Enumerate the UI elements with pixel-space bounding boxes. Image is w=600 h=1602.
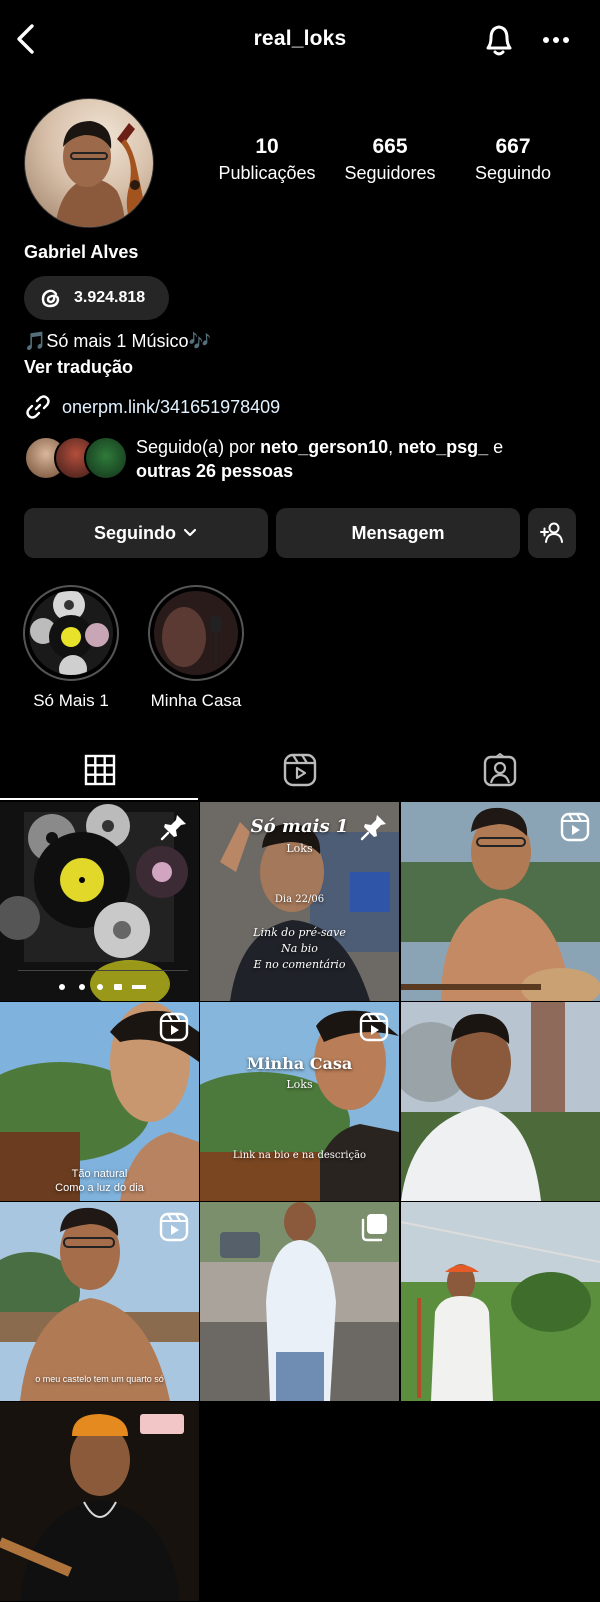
post-thumbnail[interactable]	[0, 802, 199, 1001]
tagged-person-icon	[483, 753, 517, 787]
stat-value: 665	[372, 135, 408, 158]
profile-bio: 🎵Só mais 1 Músico🎶	[24, 331, 211, 351]
profile-tabs	[0, 740, 600, 800]
stat-label: Seguindo	[474, 163, 552, 183]
stat-value: 667	[495, 135, 531, 158]
message-button[interactable]: Mensagem	[276, 508, 520, 558]
highlight-label: Só Mais 1	[33, 691, 109, 710]
mutual-follower[interactable]: neto_psg_	[398, 437, 488, 457]
post-thumbnail[interactable]	[200, 1202, 399, 1401]
add-person-icon	[540, 522, 563, 543]
post-thumbnail[interactable]: Tão natural Como a luz do dia	[0, 1002, 199, 1201]
post-image	[0, 1402, 199, 1601]
stat-value: 10	[255, 135, 279, 158]
more-options-icon[interactable]	[538, 26, 574, 54]
highlight-label: Minha Casa	[150, 691, 242, 710]
pin-icon	[360, 815, 386, 841]
tab-tagged[interactable]	[400, 740, 600, 800]
post-overlay-text: Link do pré-save	[253, 926, 346, 939]
post-image	[401, 1002, 600, 1201]
followed-by[interactable]: Seguido(a) por neto_gerson10, neto_psg_ …	[24, 432, 584, 484]
following-label: Seguindo	[94, 522, 176, 543]
threads-badge[interactable]: 3.924.818	[24, 276, 169, 320]
post-thumbnail[interactable]	[401, 1202, 600, 1401]
carousel-icon	[361, 1214, 387, 1242]
post-overlay-title: Minha Casa	[246, 1054, 353, 1073]
highlight-ring	[23, 585, 119, 681]
threads-count: 3.924.818	[74, 289, 146, 306]
post-overlay-text: o meu castelo tem um quarto só	[35, 1374, 164, 1384]
following-count[interactable]: 667 Seguindo	[453, 135, 573, 184]
reels-icon	[159, 1212, 189, 1242]
chevron-down-icon	[183, 528, 197, 537]
profile-link-url: onerpm.link/341651978409	[62, 396, 281, 417]
tab-posts-grid[interactable]	[0, 740, 200, 800]
link-icon	[26, 395, 50, 419]
suggest-people-button[interactable]	[528, 508, 576, 558]
highlight-cover	[29, 591, 113, 675]
stat-label: Seguidores	[344, 163, 436, 183]
separator: ,	[388, 437, 399, 457]
post-overlay-text: Na bio	[281, 942, 318, 955]
following-button[interactable]: Seguindo	[24, 508, 268, 558]
profile-avatar[interactable]	[24, 98, 154, 228]
post-overlay-subtitle: Loks	[286, 842, 313, 855]
bell-icon[interactable]	[480, 20, 518, 60]
post-overlay-date: Dia 22/06	[274, 894, 325, 905]
post-overlay-subtitle: Loks	[286, 1078, 313, 1091]
avatar-photo	[55, 121, 149, 227]
post-overlay-text: Tão natural	[71, 1168, 128, 1180]
reels-icon	[159, 1012, 189, 1042]
posts-count[interactable]: 10 Publicações	[207, 135, 327, 184]
pin-icon	[160, 815, 186, 841]
post-thumbnail[interactable]	[401, 802, 600, 1001]
highlight-so-mais-1[interactable]: Só Mais 1	[21, 585, 121, 711]
profile-name: Gabriel Alves	[24, 242, 139, 262]
post-overlay-text: E no comentário	[253, 958, 346, 971]
others-count: outras 26 pessoas	[136, 461, 294, 481]
tab-reels[interactable]	[200, 740, 400, 800]
post-overlay-text: Link na bio e na descrição	[232, 1150, 367, 1161]
post-thumbnail[interactable]: Minha Casa Loks Link na bio e na descriç…	[200, 1002, 399, 1201]
stat-label: Publicações	[218, 163, 316, 183]
highlight-ring	[148, 585, 244, 681]
followed-by-prefix: Seguido(a) por	[136, 437, 261, 457]
top-bar: real_loks	[0, 0, 600, 80]
follower-avatar	[84, 436, 128, 480]
reels-icon	[560, 812, 590, 842]
followed-by-text: Seguido(a) por neto_gerson10, neto_psg_ …	[136, 435, 566, 483]
post-thumbnail[interactable]	[401, 1002, 600, 1201]
reels-icon	[283, 753, 317, 787]
post-image	[401, 1202, 600, 1401]
threads-icon	[41, 289, 60, 308]
highlight-cover	[154, 591, 238, 675]
reels-icon	[359, 1012, 389, 1042]
post-overlay-text: Como a luz do dia	[55, 1182, 144, 1194]
post-thumbnail[interactable]: Só mais 1 Loks Dia 22/06 Link do pré-sav…	[200, 802, 399, 1001]
profile-link[interactable]: onerpm.link/341651978409	[24, 393, 280, 421]
mutual-follower[interactable]: neto_gerson10	[260, 437, 388, 457]
see-translation-link[interactable]: Ver tradução	[24, 357, 133, 378]
post-thumbnail[interactable]: o meu castelo tem um quarto só	[0, 1202, 199, 1401]
grid-icon	[84, 754, 116, 786]
highlight-minha-casa[interactable]: Minha Casa	[146, 585, 246, 711]
followers-count[interactable]: 665 Seguidores	[330, 135, 450, 184]
post-thumbnail[interactable]	[0, 1402, 199, 1601]
conjunction: e	[488, 437, 504, 457]
message-label: Mensagem	[351, 522, 445, 543]
